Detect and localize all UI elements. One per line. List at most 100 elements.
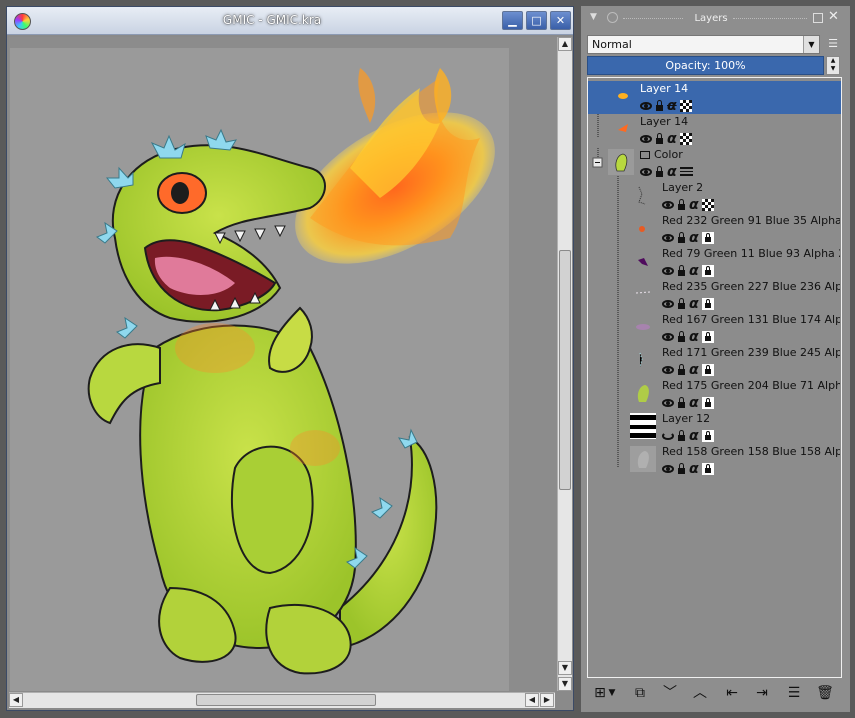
dropdown-arrow-icon[interactable]: ▼ [606, 682, 618, 704]
duplicate-icon[interactable]: ⧉ [629, 682, 651, 704]
alpha-lock-icon[interactable]: α [689, 197, 699, 213]
layer-thumbnail [630, 413, 656, 439]
lock-icon[interactable] [678, 330, 685, 342]
visibility-icon[interactable] [640, 101, 652, 110]
canvas-image[interactable] [10, 48, 509, 691]
docker-menu-arrow-icon[interactable]: ▼ [590, 12, 597, 22]
layers-docker: ▼ Layers ✕ Normal ▼ ☰ Opacity: 100% ▲ ▼ L… [581, 6, 850, 712]
scroll-up-button[interactable]: ▲ [558, 37, 572, 51]
visibility-icon[interactable] [662, 398, 674, 407]
lock-icon[interactable] [678, 363, 685, 375]
visibility-icon[interactable] [640, 134, 652, 143]
lock-pixels-icon[interactable] [701, 330, 714, 343]
layer-thumbnail [630, 314, 656, 340]
alpha-lock-icon[interactable]: α [689, 296, 699, 312]
visibility-icon[interactable] [662, 299, 674, 308]
vertical-scrollbar[interactable]: ▲ ▼ ▼ [557, 37, 572, 691]
alpha-lock-icon[interactable]: α [689, 428, 699, 444]
visibility-icon[interactable] [662, 200, 674, 209]
canvas-viewport[interactable] [9, 37, 557, 691]
visibility-icon[interactable] [662, 266, 674, 275]
visibility-icon[interactable] [640, 167, 652, 176]
vertical-scroll-thumb[interactable] [559, 250, 571, 490]
scroll-left-button[interactable]: ◀ [9, 693, 23, 707]
horizontal-scrollbar[interactable]: ◀ ◀ ▶ [9, 692, 555, 708]
lock-pixels-icon[interactable] [701, 429, 714, 442]
delete-icon[interactable]: 🗑 [814, 682, 836, 704]
lock-icon[interactable] [656, 99, 663, 111]
scroll-down-button-2[interactable]: ▼ [558, 677, 572, 691]
lock-icon[interactable] [656, 165, 663, 177]
layer-row[interactable]: Layer 2 α [588, 180, 841, 213]
alpha-lock-icon[interactable]: α [689, 362, 699, 378]
lock-pixels-icon[interactable] [701, 264, 714, 277]
lock-icon[interactable] [678, 264, 685, 276]
opacity-slider[interactable]: Opacity: 100% [587, 56, 824, 75]
move-down-icon[interactable]: ﹀ [659, 682, 681, 704]
layer-row[interactable]: Red 232 Green 91 Blue 35 Alpha ... α [588, 213, 841, 246]
scroll-right-button[interactable]: ▶ [540, 693, 554, 707]
horizontal-scroll-thumb[interactable] [196, 694, 376, 706]
layer-row[interactable]: Red 79 Green 11 Blue 93 Alpha 255 α [588, 246, 841, 279]
layer-group-row[interactable]: Color α [588, 147, 841, 180]
alpha-lock-icon[interactable]: α [689, 329, 699, 345]
lock-pixels-icon[interactable] [701, 297, 714, 310]
close-button[interactable]: ✕ [550, 11, 571, 30]
layer-row[interactable]: Red 158 Green 158 Blue 158 Alph... α [588, 444, 841, 477]
inherit-alpha-icon[interactable] [701, 198, 714, 211]
lock-pixels-icon[interactable] [701, 462, 714, 475]
float-docker-icon[interactable] [813, 13, 823, 23]
alpha-lock-icon[interactable]: α [689, 230, 699, 246]
layer-name: Red 167 Green 131 Blue 174 Alph... [662, 313, 840, 326]
layer-row[interactable]: Layer 14 α [588, 81, 841, 114]
lock-icon[interactable] [656, 132, 663, 144]
visibility-icon[interactable] [662, 332, 674, 341]
expand-icon[interactable]: ⇥ [751, 682, 773, 704]
maximize-button[interactable]: □ [526, 11, 547, 30]
layer-row[interactable]: Red 171 Green 239 Blue 245 Alph... α [588, 345, 841, 378]
layer-row[interactable]: Red 167 Green 131 Blue 174 Alph... α [588, 312, 841, 345]
visibility-hidden-icon[interactable] [662, 431, 674, 440]
lock-icon[interactable] [678, 198, 685, 210]
lock-icon[interactable] [678, 231, 685, 243]
inherit-alpha-icon[interactable] [679, 99, 692, 112]
inherit-alpha-icon[interactable] [679, 132, 692, 145]
pass-through-icon[interactable] [679, 167, 693, 176]
alpha-lock-icon[interactable]: α [667, 164, 677, 180]
alpha-lock-icon[interactable]: α [667, 131, 677, 147]
scroll-left-button-2[interactable]: ◀ [525, 693, 539, 707]
layer-row[interactable]: Layer 12 α [588, 411, 841, 444]
move-up-icon[interactable]: ︿ [689, 682, 711, 704]
lock-pixels-icon[interactable] [701, 363, 714, 376]
alpha-lock-icon[interactable]: α [689, 395, 699, 411]
window-title: GMIC - GMIC.kra [222, 13, 322, 27]
properties-icon[interactable]: ☰ [783, 682, 805, 704]
lock-icon[interactable] [678, 297, 685, 309]
layer-options-menu-icon[interactable]: ☰ [825, 37, 841, 53]
visibility-icon[interactable] [662, 233, 674, 242]
title-bar[interactable]: GMIC - GMIC.kra ▁ □ ✕ [7, 7, 573, 35]
layer-list[interactable]: Layer 14 α Layer 14 α Color α Layer 2 α … [587, 77, 842, 678]
lock-icon[interactable] [678, 396, 685, 408]
lock-icon[interactable] [678, 462, 685, 474]
layer-row[interactable]: Red 175 Green 204 Blue 71 Alpha... α [588, 378, 841, 411]
lock-pixels-icon[interactable] [701, 231, 714, 244]
alpha-lock-icon[interactable]: α [667, 98, 677, 114]
close-docker-icon[interactable]: ✕ [828, 9, 839, 24]
alpha-lock-icon[interactable]: α [689, 263, 699, 279]
lock-icon[interactable] [678, 429, 685, 441]
chevron-down-icon[interactable]: ▼ [803, 36, 819, 53]
collapse-icon[interactable]: ⇤ [721, 682, 743, 704]
visibility-icon[interactable] [662, 464, 674, 473]
layer-row[interactable]: Red 235 Green 227 Blue 236 Alph... α [588, 279, 841, 312]
minimize-button[interactable]: ▁ [502, 11, 523, 30]
layer-row[interactable]: Layer 14 α [588, 114, 841, 147]
visibility-icon[interactable] [662, 365, 674, 374]
blend-mode-select[interactable]: Normal ▼ [587, 35, 820, 54]
lock-pixels-icon[interactable] [701, 396, 714, 409]
scroll-down-button[interactable]: ▼ [558, 661, 572, 675]
layer-thumbnail [610, 83, 636, 109]
alpha-lock-icon[interactable]: α [689, 461, 699, 477]
docker-grip-2[interactable] [733, 18, 807, 21]
opacity-spinner[interactable]: ▲ ▼ [826, 56, 840, 75]
